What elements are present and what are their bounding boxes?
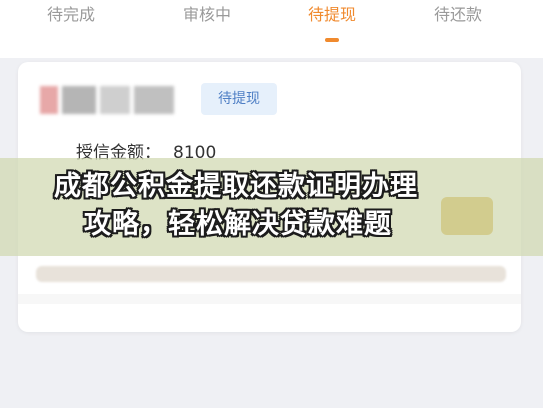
tab-label: 待完成 [46,5,95,24]
overlay-title-line: 攻略，轻松解决贷款难题 [84,209,392,240]
blur-block [100,86,130,114]
tab-pending-repayment[interactable]: 待还款 [403,4,513,50]
tab-label: 待还款 [433,5,482,24]
tab-label: 待提现 [307,5,356,24]
overlay-title: 成都公积金提取还款证明办理 攻略，轻松解决贷款难题 [54,168,514,244]
status-badge: 待提现 [201,83,277,115]
tab-pending-complete[interactable]: 待完成 [16,4,126,50]
tab-under-review[interactable]: 审核中 [152,4,262,50]
overlay-title-line: 成都公积金提取还款证明办理 [54,171,418,202]
tab-pending-withdrawal[interactable]: 待提现 [277,4,387,50]
blurred-info-row [36,266,506,282]
tab-label: 审核中 [182,5,231,24]
blur-block [62,86,96,114]
card-footer [18,294,521,304]
blur-block [134,86,174,114]
active-tab-indicator [325,38,339,42]
blur-block [40,86,58,114]
tab-bar: 待完成 审核中 待提现 待还款 [0,0,543,58]
blurred-name [40,86,180,114]
